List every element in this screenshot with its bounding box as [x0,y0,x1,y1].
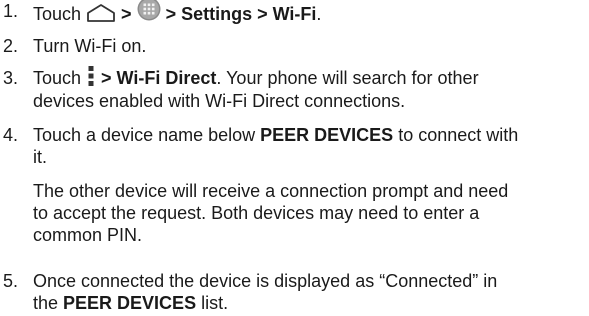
step-rest: to connect with [393,125,519,145]
separator: > [116,4,137,24]
step-number: 1. [3,1,19,21]
step-text: Touch > > Settings > Wi-Fi. [33,0,581,27]
step-text: Touch > Wi-Fi Direct. Your phone will se… [33,65,581,112]
step-number: 2. [3,36,19,56]
step-number: 3. [3,68,19,88]
step-rest: list. [196,293,229,313]
peer-devices-label: PEER DEVICES [63,293,197,313]
step-text: Touch a device name below PEER DEVICES t… [33,124,581,246]
note-line: The other device will receive a connecti… [33,181,509,201]
step-note: The other device will receive a connecti… [33,180,581,246]
step-line: Once connected the device is displayed a… [33,271,498,291]
step-number: 4. [3,125,19,145]
instruction-list: 1. Touch > > Settings > Wi-Fi. 2. Turn W… [0,0,589,316]
menu-icon [86,65,96,87]
menu-target: > Wi-Fi Direct [96,68,217,88]
step-prefix: Touch a device name below [33,125,261,145]
step-number: 5. [3,271,19,291]
step-prefix: the [33,293,64,313]
menu-path: Settings > Wi-Fi [181,4,317,24]
step-line: devices enabled with Wi-Fi Direct connec… [33,91,406,112]
separator: > [160,4,182,24]
period: . [316,4,322,24]
step-text: Turn Wi-Fi on. [33,36,147,56]
apps-icon [137,0,161,21]
step-line: it. [33,147,48,167]
step-rest: . Your phone will search for other [216,68,479,88]
home-icon [86,3,116,23]
step-prefix: Touch [33,68,87,88]
note-line: common PIN. [33,225,143,245]
step-text: Once connected the device is displayed a… [33,270,581,314]
step-prefix: Touch [33,4,87,24]
note-line: to accept the request. Both devices may … [33,203,480,223]
peer-devices-label: PEER DEVICES [260,125,394,145]
